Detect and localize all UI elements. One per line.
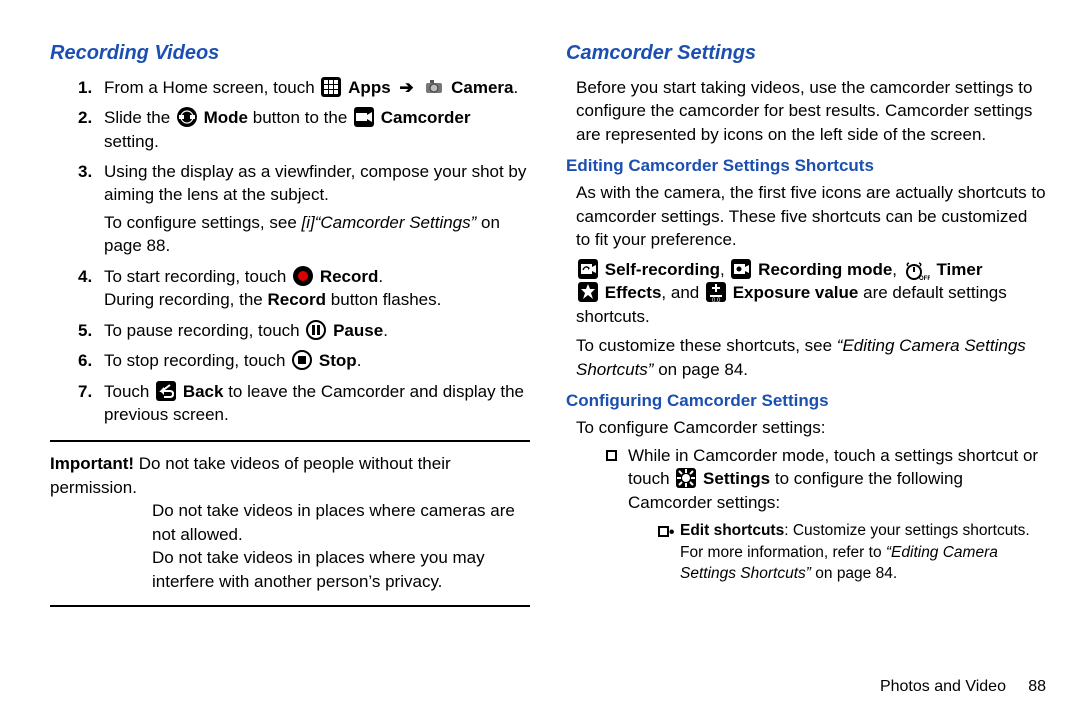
recording-mode-label: Recording mode bbox=[758, 260, 892, 279]
divider-top bbox=[50, 440, 530, 442]
text: button to the bbox=[253, 108, 352, 127]
step-4: To start recording, touch Record. During… bbox=[104, 265, 530, 312]
heading-recording-videos: Recording Videos bbox=[50, 40, 530, 68]
text: During recording, the bbox=[104, 290, 267, 309]
mode-icon bbox=[177, 107, 197, 127]
subheading-configuring: Configuring Camcorder Settings bbox=[566, 389, 1046, 412]
sub2-p1: To configure Camcorder settings: bbox=[566, 416, 1046, 439]
effects-label: Effects bbox=[605, 283, 662, 302]
important-label: Important! bbox=[50, 454, 134, 473]
exposure-label: Exposure value bbox=[733, 283, 859, 302]
arrow-icon: ➔ bbox=[399, 76, 413, 99]
text: From a Home screen, touch bbox=[104, 78, 319, 97]
subheading-editing-shortcuts: Editing Camcorder Settings Shortcuts bbox=[566, 154, 1046, 177]
intro-text: Before you start taking videos, use the … bbox=[566, 76, 1046, 146]
camcorder-label: Camcorder bbox=[381, 108, 471, 127]
step-7: Touch Back to leave the Camcorder and di… bbox=[104, 380, 530, 427]
period: . bbox=[357, 351, 362, 370]
settings-label: Settings bbox=[703, 469, 770, 488]
text: Touch bbox=[104, 382, 154, 401]
exposure-icon: 0.0 bbox=[706, 282, 726, 302]
apps-label: Apps bbox=[348, 78, 391, 97]
footer-section: Photos and Video bbox=[880, 678, 1006, 695]
timer-icon: OFF bbox=[904, 261, 930, 281]
edit-shortcuts-label: Edit shortcuts bbox=[680, 522, 784, 539]
text: To configure settings, see bbox=[104, 213, 302, 232]
period: . bbox=[513, 78, 518, 97]
text: on page 84. bbox=[815, 565, 897, 582]
step-5: To pause recording, touch Pause. bbox=[104, 319, 530, 342]
camera-icon bbox=[424, 77, 444, 97]
bullet-settings: While in Camcorder mode, touch a setting… bbox=[566, 444, 1046, 584]
footer-page: 88 bbox=[1028, 678, 1046, 695]
text: Using the display as a viewfinder, compo… bbox=[104, 162, 526, 204]
settings-icon bbox=[676, 468, 696, 488]
mode-label: Mode bbox=[204, 108, 248, 127]
shortcuts-line: Self-recording, Recording mode, OFF Time… bbox=[566, 258, 1046, 328]
step-3: Using the display as a viewfinder, compo… bbox=[104, 160, 530, 258]
camera-label: Camera bbox=[451, 78, 513, 97]
subbullet-edit-shortcuts: • Edit shortcuts: Customize your setting… bbox=[628, 520, 1046, 584]
svg-text:OFF: OFF bbox=[919, 276, 930, 282]
recording-mode-icon bbox=[731, 259, 751, 279]
pause-label: Pause bbox=[333, 321, 383, 340]
important-2: Do not take videos in places where camer… bbox=[50, 499, 530, 546]
text: button flashes. bbox=[326, 290, 441, 309]
apps-icon bbox=[321, 77, 341, 97]
record-icon bbox=[293, 266, 313, 286]
stop-label: Stop bbox=[319, 351, 357, 370]
timer-label: Timer bbox=[936, 260, 982, 279]
record-word: Record bbox=[267, 290, 326, 309]
important-3: Do not take videos in places where you m… bbox=[50, 546, 530, 593]
text: setting. bbox=[104, 132, 159, 151]
self-recording-icon bbox=[578, 259, 598, 279]
important-block: Important! Do not take videos of people … bbox=[50, 452, 530, 593]
back-label: Back bbox=[183, 382, 224, 401]
svg-text:0.0: 0.0 bbox=[712, 298, 721, 302]
stop-icon bbox=[292, 350, 312, 370]
back-icon bbox=[156, 381, 176, 401]
text: To start recording, touch bbox=[104, 267, 291, 286]
record-label: Record bbox=[320, 267, 379, 286]
self-recording-label: Self-recording bbox=[605, 260, 720, 279]
text: Slide the bbox=[104, 108, 175, 127]
pause-icon bbox=[306, 320, 326, 340]
camcorder-icon bbox=[354, 107, 374, 127]
text: To pause recording, touch bbox=[104, 321, 304, 340]
period: . bbox=[378, 267, 383, 286]
step-2: Slide the Mode button to the Camcorder s… bbox=[104, 106, 530, 153]
recording-steps: From a Home screen, touch Apps ➔ Camera.… bbox=[50, 76, 530, 427]
period: . bbox=[383, 321, 388, 340]
sub1-p1: As with the camera, the first five icons… bbox=[566, 181, 1046, 251]
page-footer: Photos and Video 88 bbox=[880, 676, 1046, 698]
dot-icon: • bbox=[658, 520, 680, 584]
effects-icon bbox=[578, 282, 598, 302]
heading-camcorder-settings: Camcorder Settings bbox=[566, 40, 1046, 68]
square-bullet-icon bbox=[606, 444, 628, 584]
divider-bottom bbox=[50, 605, 530, 607]
text: To stop recording, touch bbox=[104, 351, 290, 370]
step-6: To stop recording, touch Stop. bbox=[104, 349, 530, 372]
sub1-p2: To customize these shortcuts, see “Editi… bbox=[566, 334, 1046, 381]
reference: [i]“Camcorder Settings” bbox=[302, 213, 477, 232]
step-1: From a Home screen, touch Apps ➔ Camera. bbox=[104, 76, 530, 99]
